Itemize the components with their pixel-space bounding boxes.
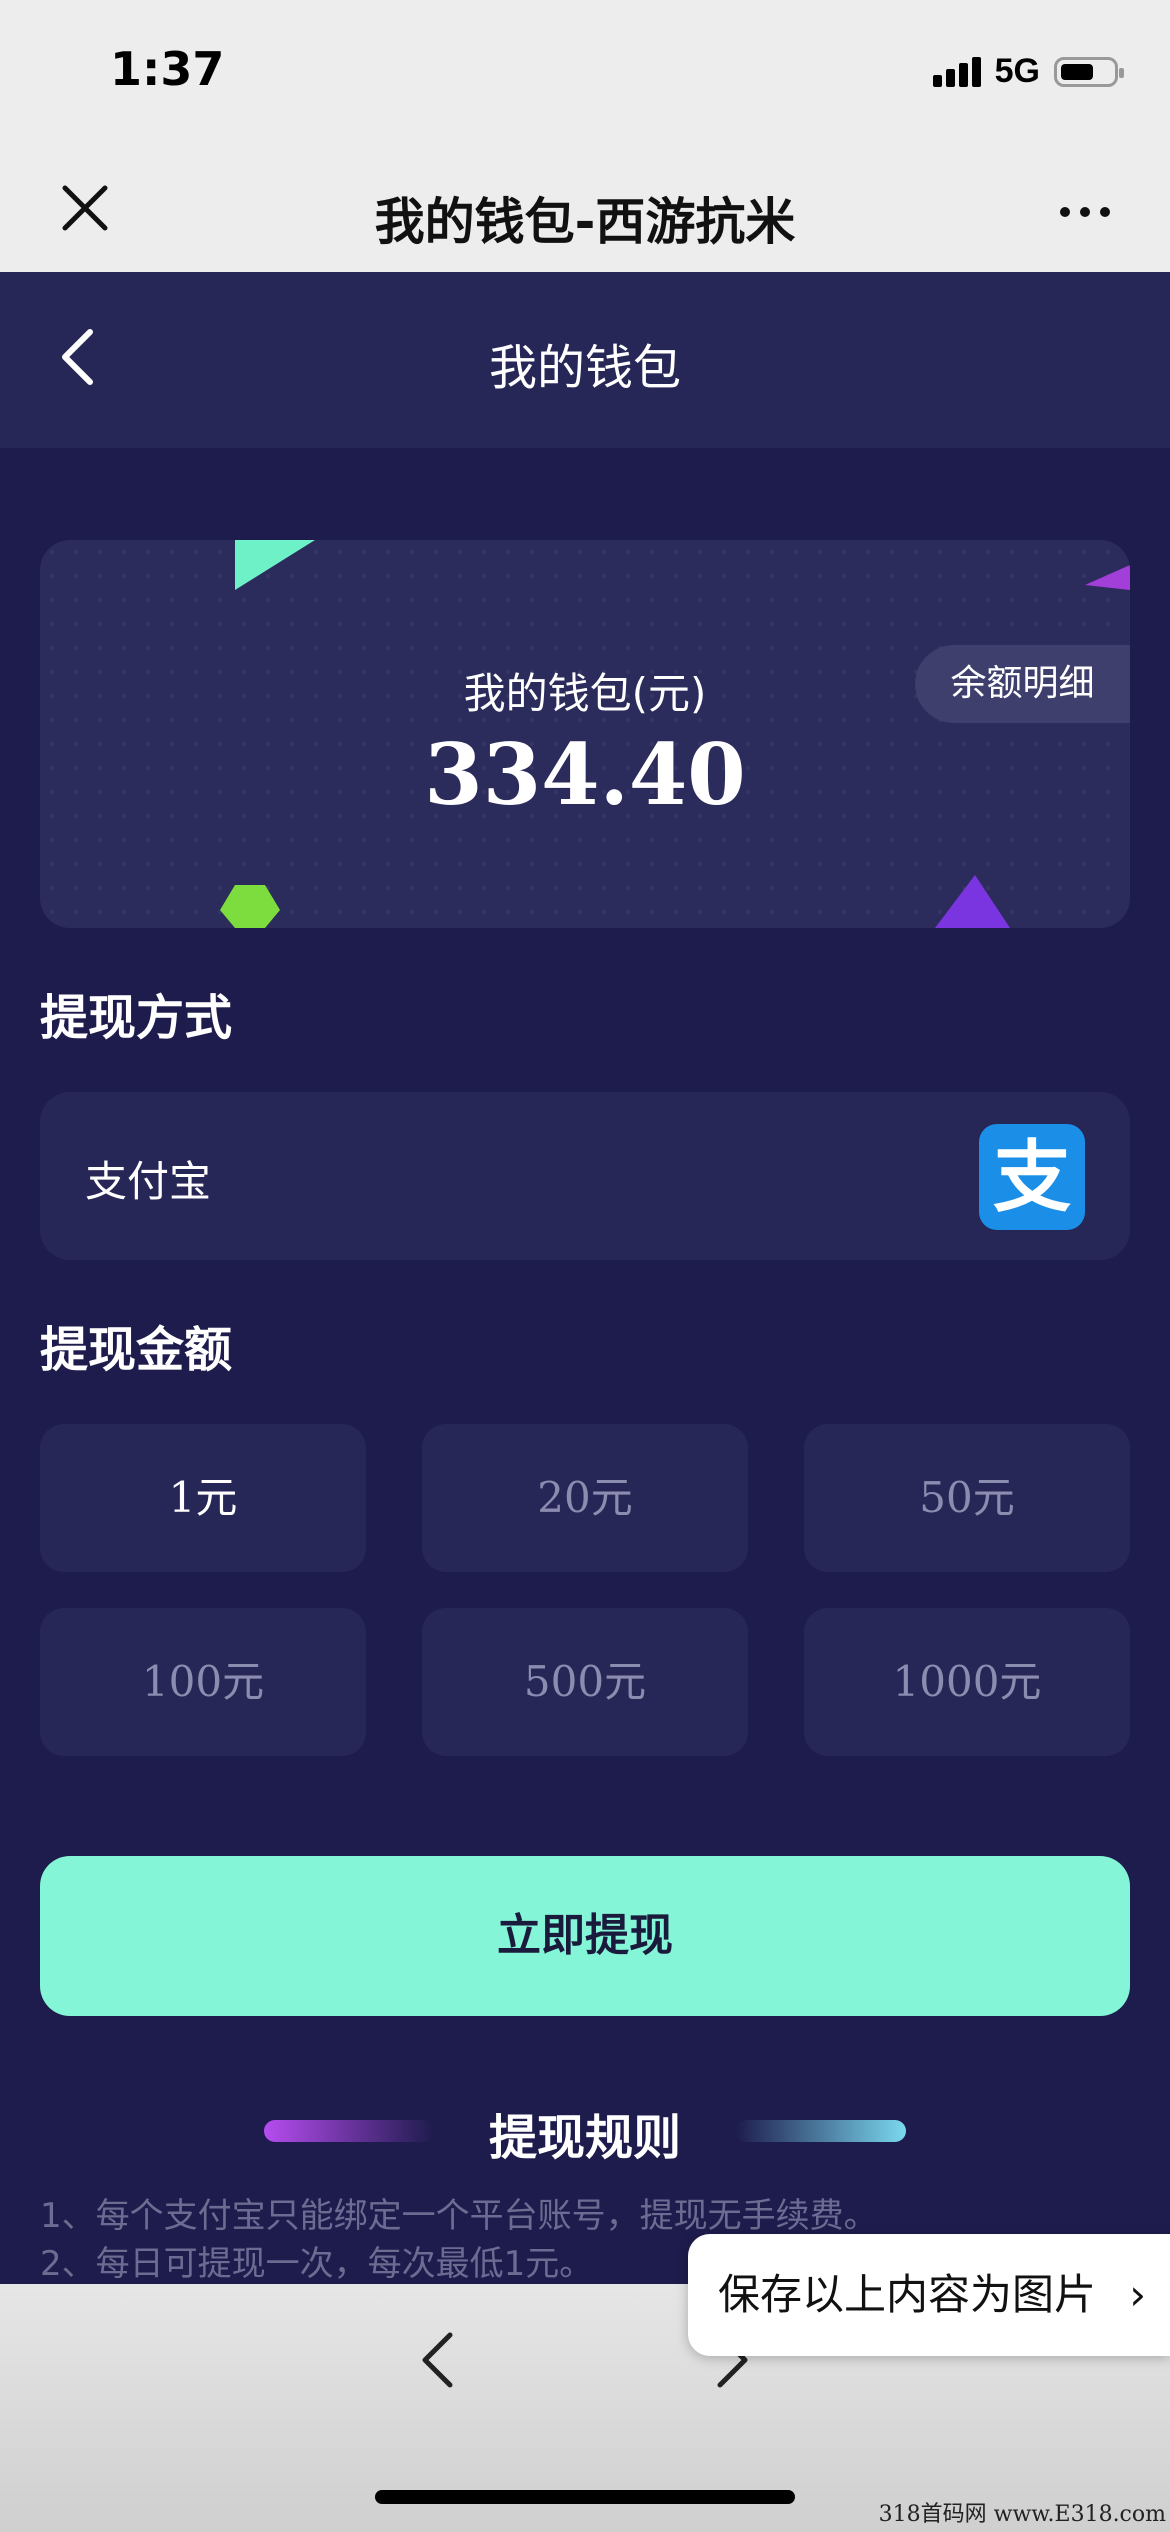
- save-as-image-popup[interactable]: 保存以上内容为图片 ›: [688, 2234, 1170, 2356]
- decor-triangle-purple: [935, 875, 1010, 928]
- rule-item: 1、每个支付宝只能绑定一个平台账号，提现无手续费。: [40, 2196, 878, 2236]
- alipay-icon: 支: [979, 1124, 1085, 1230]
- chevron-right-icon: ›: [1129, 2270, 1146, 2319]
- amount-option-500[interactable]: 500元: [422, 1608, 748, 1756]
- decor-gem-green: [220, 885, 280, 928]
- withdraw-method-title: 提现方式: [40, 990, 233, 1046]
- home-indicator: [375, 2490, 795, 2504]
- watermark: 318首码网 www.E318.com: [878, 2502, 1166, 2527]
- amount-option-100[interactable]: 100元: [40, 1608, 366, 1756]
- amount-option-1000[interactable]: 1000元: [804, 1608, 1130, 1756]
- method-label: 支付宝: [85, 1157, 212, 1206]
- svg-text:支: 支: [993, 1133, 1071, 1223]
- withdraw-now-button[interactable]: 立即提现: [40, 1856, 1130, 2016]
- signal-icon: [932, 56, 981, 87]
- wallet-card: 我的钱包(元) 334.40 余额明细: [40, 540, 1130, 928]
- wallet-balance: 334.40: [424, 725, 746, 824]
- amount-option-20[interactable]: 20元: [422, 1424, 748, 1572]
- decor-triangle-teal: [235, 540, 315, 590]
- network-type: 5G: [994, 52, 1040, 90]
- balance-detail-button[interactable]: 余额明细: [915, 645, 1130, 723]
- battery-icon: [1054, 56, 1124, 87]
- withdraw-method-selector[interactable]: 支付宝 支: [40, 1092, 1130, 1260]
- page-header: 我的钱包: [0, 272, 1170, 448]
- rule-item: 2、每日可提现一次，每次最低1元。: [40, 2244, 594, 2284]
- amount-option-1[interactable]: 1元: [40, 1424, 366, 1572]
- wechat-title-bar: 我的钱包-西游抗米: [0, 150, 1170, 272]
- nav-back-icon[interactable]: [410, 2325, 470, 2395]
- status-time: 1:37: [110, 42, 225, 96]
- withdraw-amount-title: 提现金额: [40, 1322, 233, 1378]
- save-popup-label: 保存以上内容为图片: [718, 2270, 1097, 2319]
- page-title: 我的钱包: [488, 340, 681, 396]
- status-icons: 5G: [932, 52, 1124, 91]
- wechat-page-title: 我的钱包-西游抗米: [374, 193, 796, 251]
- rules-title: 提现规则: [488, 2110, 681, 2166]
- status-bar: 1:37 5G: [0, 0, 1170, 150]
- decor-triangle-magenta: [1085, 565, 1130, 590]
- more-icon[interactable]: [1055, 182, 1115, 242]
- amount-option-50[interactable]: 50元: [804, 1424, 1130, 1572]
